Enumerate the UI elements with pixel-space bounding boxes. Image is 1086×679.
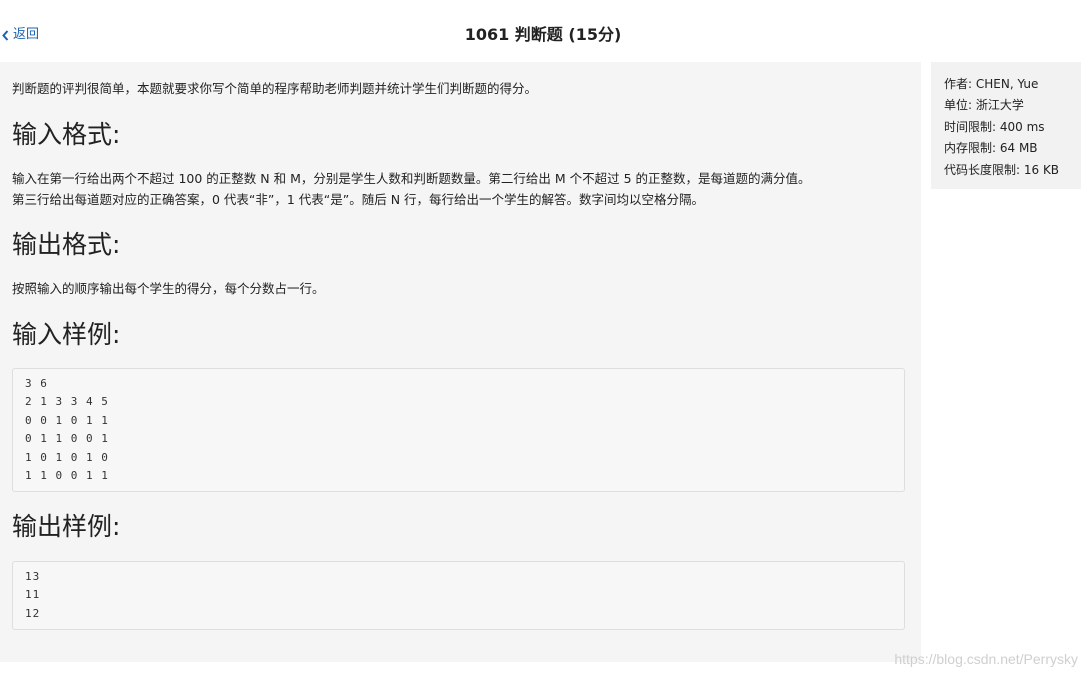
author-info: 作者: CHEN, Yue (944, 77, 1039, 91)
code-line: 2 1 3 3 4 5 (25, 395, 109, 408)
code-line: 11 (25, 588, 41, 601)
code-line: 3 6 (25, 377, 48, 390)
sample-input-heading: 输入样例: (12, 320, 121, 349)
time-limit-info: 时间限制: 400 ms (944, 120, 1045, 134)
page-title: 1061 判断题 (15分) (464, 25, 622, 44)
top-bar: 返回 1061 判断题 (15分) (0, 0, 1086, 62)
input-format-text-line-2: 第三行给出每道题对应的正确答案，0 代表“非”，1 代表“是”。随后 N 行，每… (12, 192, 705, 207)
input-format-text-line-1: 输入在第一行给出两个不超过 100 的正整数 N 和 M，分别是学生人数和判断题… (12, 171, 811, 186)
input-format-heading: 输入格式: (12, 120, 121, 149)
sample-output-heading: 输出样例: (12, 512, 121, 541)
code-line: 12 (25, 607, 41, 620)
output-format-heading: 输出格式: (12, 230, 121, 259)
problem-info-panel: 作者: CHEN, Yue 单位: 浙江大学 时间限制: 400 ms 内存限制… (931, 62, 1081, 189)
code-line: 0 1 1 0 0 1 (25, 432, 109, 445)
sample-output-code-block[interactable]: 13 11 12 (12, 561, 905, 630)
memory-limit-info: 内存限制: 64 MB (944, 141, 1038, 155)
problem-intro: 判断题的评判很简单，本题就要求你写个简单的程序帮助老师判题并统计学生们判断题的得… (12, 81, 538, 96)
code-line: 1 0 1 0 1 0 (25, 451, 109, 464)
problem-content: 判断题的评判很简单，本题就要求你写个简单的程序帮助老师判题并统计学生们判断题的得… (0, 62, 921, 662)
watermark: https://blog.csdn.net/Perrysky (894, 651, 1078, 667)
code-line: 13 (25, 570, 41, 583)
code-line: 0 0 1 0 1 1 (25, 414, 109, 427)
code-length-limit-info: 代码长度限制: 16 KB (944, 163, 1060, 177)
output-format-text: 按照输入的顺序输出每个学生的得分，每个分数占一行。 (12, 281, 325, 296)
unit-info: 单位: 浙江大学 (944, 98, 1024, 112)
sample-input-code-block[interactable]: 3 6 2 1 3 3 4 5 0 0 1 0 1 1 0 1 1 0 0 1 … (12, 368, 905, 492)
code-line: 1 1 0 0 1 1 (25, 469, 109, 482)
